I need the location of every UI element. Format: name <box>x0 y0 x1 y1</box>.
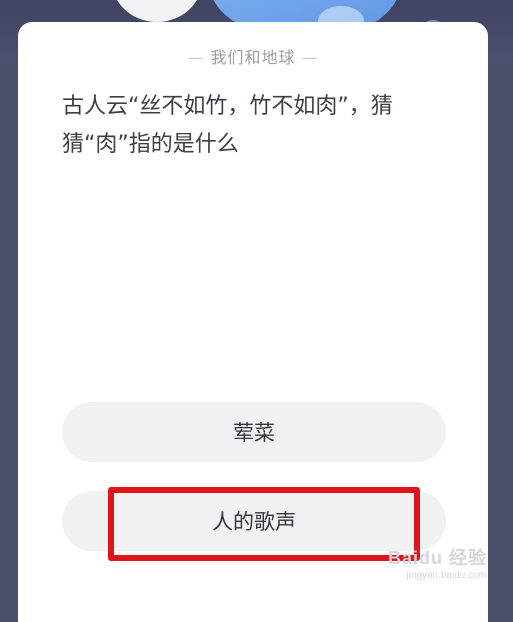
watermark-brand: Baidu 经验 <box>388 544 487 570</box>
category-text: 我们和地球 <box>210 48 296 67</box>
baidu-watermark: Baidu 经验 jingyan.baidu.com <box>388 544 487 581</box>
watermark-url: jingyan.baidu.com <box>406 570 487 581</box>
decorative-cloud <box>112 0 202 22</box>
question-text: 古人云“丝不如竹，竹不如肉”，猜猜“肉”指的是什么 <box>62 94 393 157</box>
category-label: — 我们和地球 — <box>18 44 488 68</box>
question-card: — 我们和地球 — 古人云“丝不如竹，竹不如肉”，猜猜“肉”指的是什么 荤菜 人的歌… <box>18 22 488 622</box>
watermark-brand-text: Baidu 经验 <box>387 548 487 568</box>
answer-option-1[interactable]: 荤菜 <box>62 402 446 462</box>
category-dash-left: — <box>187 48 205 67</box>
answer-option-2[interactable]: 人的歌声 <box>62 491 446 551</box>
category-dash-right: — <box>301 48 319 67</box>
